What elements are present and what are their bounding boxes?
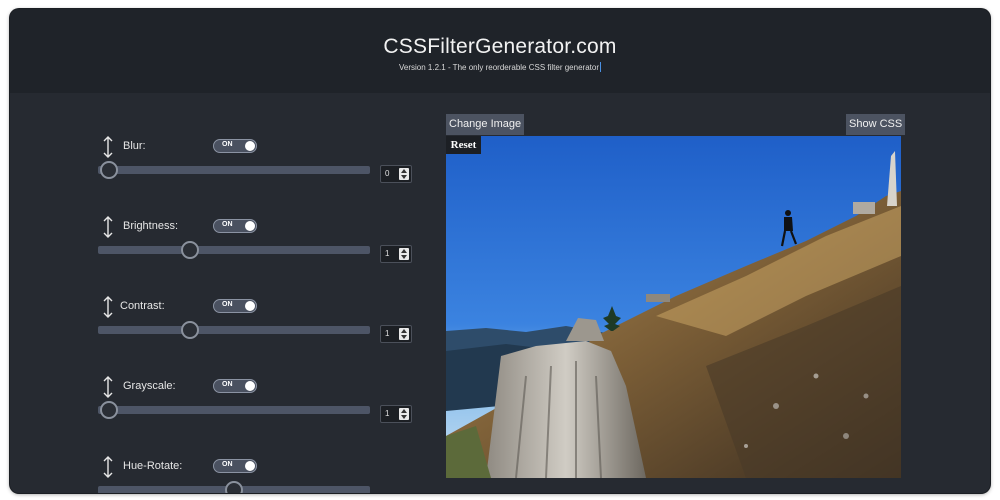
- app-window: CSSFilterGenerator.com Version 1.2.1 - T…: [10, 9, 990, 493]
- filter-row-hue-rotate: Hue-Rotate: ON: [98, 456, 418, 493]
- filter-label: Contrast:: [120, 300, 165, 312]
- site-subtitle: Version 1.2.1 - The only reorderable CSS…: [399, 62, 601, 72]
- drag-handle-icon[interactable]: [102, 376, 114, 398]
- filter-toggle[interactable]: ON: [213, 139, 257, 153]
- filter-value-input[interactable]: 1: [380, 405, 412, 423]
- filter-value-input[interactable]: 1: [380, 245, 412, 263]
- filter-slider[interactable]: [98, 161, 370, 179]
- change-image-button[interactable]: Change Image: [446, 114, 525, 135]
- slider-thumb[interactable]: [99, 161, 118, 179]
- filter-label: Grayscale:: [123, 380, 176, 392]
- slider-thumb[interactable]: [225, 481, 243, 493]
- show-css-button[interactable]: Show CSS: [846, 114, 906, 135]
- filter-toggle[interactable]: ON: [213, 219, 257, 233]
- toggle-knob: [245, 221, 255, 231]
- spinner-arrows-icon[interactable]: [399, 168, 409, 180]
- filter-label: Hue-Rotate:: [123, 460, 183, 472]
- drag-handle-icon[interactable]: [102, 456, 114, 478]
- filter-slider[interactable]: [98, 481, 370, 493]
- page-header: CSSFilterGenerator.com Version 1.2.1 - T…: [10, 9, 990, 93]
- drag-handle-icon[interactable]: [102, 136, 114, 158]
- slider-thumb[interactable]: [99, 401, 118, 419]
- slider-thumb[interactable]: [181, 321, 200, 339]
- spinner-arrows-icon[interactable]: [399, 328, 409, 340]
- filter-row-grayscale: Grayscale: ON 1: [98, 376, 418, 436]
- drag-handle-icon[interactable]: [102, 216, 114, 238]
- filter-value-input[interactable]: 1: [380, 325, 412, 343]
- site-title: CSSFilterGenerator.com: [383, 35, 617, 58]
- slider-thumb[interactable]: [181, 241, 200, 259]
- filter-slider[interactable]: [98, 321, 370, 339]
- filter-value-input[interactable]: 0: [380, 165, 412, 183]
- mountain-hiker-photo: [446, 136, 901, 478]
- filter-slider[interactable]: [98, 241, 370, 259]
- filter-toggle[interactable]: ON: [213, 299, 257, 313]
- toggle-knob: [245, 141, 255, 151]
- text-caret: [599, 62, 601, 72]
- toggle-knob: [245, 461, 255, 471]
- filter-toggle[interactable]: ON: [213, 379, 257, 393]
- filter-slider[interactable]: [98, 401, 370, 419]
- spinner-arrows-icon[interactable]: [399, 408, 409, 420]
- reset-button[interactable]: Reset: [446, 136, 481, 154]
- filter-label: Blur:: [123, 140, 146, 152]
- filter-row-blur: Blur: ON 0: [98, 136, 418, 196]
- toggle-knob: [245, 381, 255, 391]
- preview-image: [446, 136, 901, 478]
- toggle-knob: [245, 301, 255, 311]
- spinner-arrows-icon[interactable]: [399, 248, 409, 260]
- drag-handle-icon[interactable]: [102, 296, 114, 318]
- filter-row-contrast: Contrast: ON 1: [98, 296, 418, 356]
- filter-row-brightness: Brightness: ON 1: [98, 216, 418, 276]
- filter-label: Brightness:: [123, 220, 179, 232]
- filter-toggle[interactable]: ON: [213, 459, 257, 473]
